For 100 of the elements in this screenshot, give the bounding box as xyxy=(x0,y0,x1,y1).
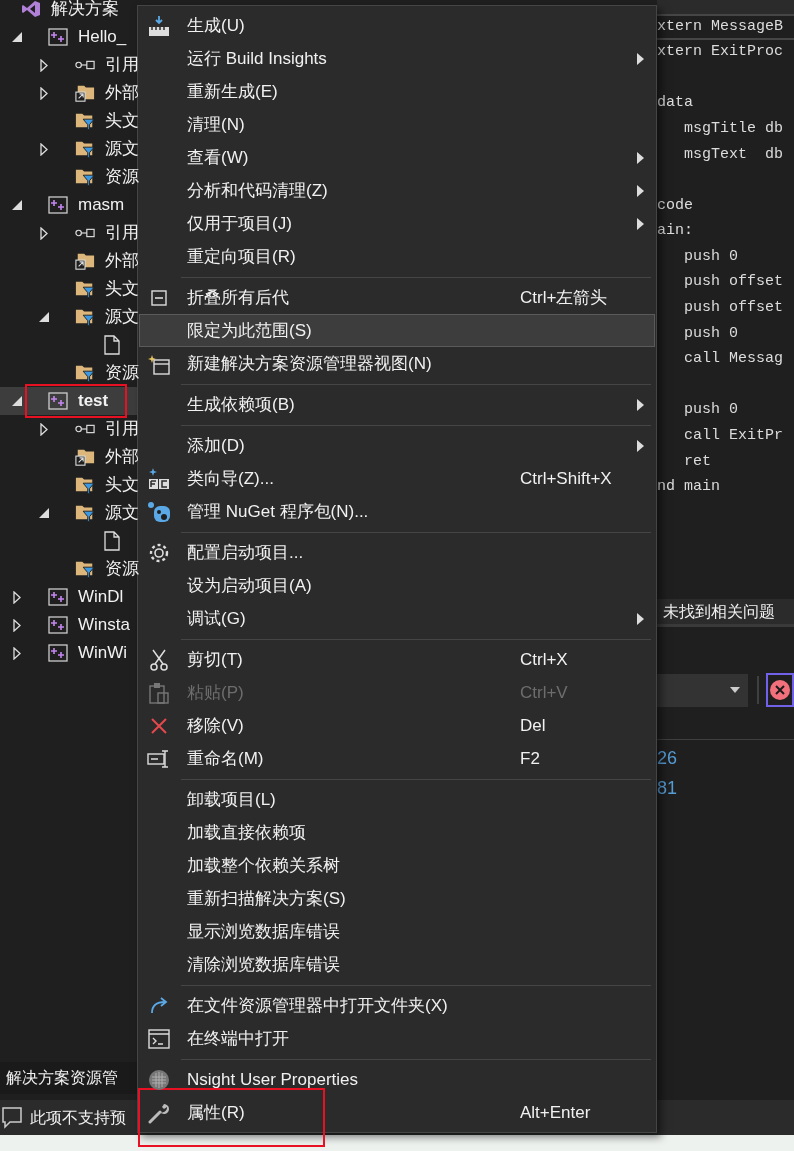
filter-folder-icon xyxy=(75,503,95,523)
tree-item[interactable]: masm xyxy=(78,192,125,218)
filter-folder-icon xyxy=(75,167,95,187)
shortcut-folder-icon xyxy=(75,447,95,467)
tree-item[interactable]: 资源 xyxy=(105,164,139,190)
menu-item[interactable]: 折叠所有后代 Ctrl+左箭头 xyxy=(139,281,655,314)
panel-tab[interactable]: 解决方案资源管 xyxy=(0,1066,118,1090)
code-line: msgText db xyxy=(683,144,784,165)
menu-item[interactable]: 管理 NuGet 程序包(N)... xyxy=(139,495,655,528)
code-line: push 0 xyxy=(683,246,738,267)
menu-item[interactable]: 在文件资源管理器中打开文件夹(X) xyxy=(139,989,655,1022)
project-icon xyxy=(48,644,68,662)
globe-icon xyxy=(148,1068,170,1091)
tree-item[interactable]: 源文 xyxy=(105,136,139,162)
tree-item[interactable]: 资源 xyxy=(105,556,139,582)
caret-icon xyxy=(730,687,740,694)
menu-item[interactable]: 限定为此范围(S) xyxy=(139,314,655,347)
filter-folder-icon xyxy=(75,307,95,327)
filter-folder-icon xyxy=(75,111,95,131)
code-line: push 0 xyxy=(683,400,738,421)
menu-item[interactable]: 清除浏览数据库错误 xyxy=(139,948,655,981)
menu-item[interactable]: 移除(V) Del xyxy=(139,709,655,742)
code-line: xtern ExitProc xyxy=(657,42,784,63)
menu-item[interactable]: 调试(G) xyxy=(139,602,655,635)
menu-item[interactable]: 重命名(M) F2 xyxy=(139,742,655,775)
menu-item[interactable]: 属性(R) Alt+Enter xyxy=(139,1096,655,1129)
wrench-icon xyxy=(148,1101,170,1124)
menu-item[interactable]: 添加(D) xyxy=(139,429,655,462)
menu-item[interactable]: 设为启动项目(A) xyxy=(139,569,655,602)
build-icon xyxy=(148,14,170,37)
project-icon xyxy=(48,28,68,46)
errors-filter-button[interactable] xyxy=(766,673,794,708)
code-line: msgTitle db xyxy=(683,118,784,139)
status-text: 此项不支持预 xyxy=(30,1107,126,1128)
error-icon xyxy=(770,680,790,701)
tree-item[interactable]: 头文 xyxy=(105,108,139,134)
project-icon xyxy=(48,588,68,606)
menu-item[interactable]: 生成依赖项(B) xyxy=(139,388,655,421)
tree-item[interactable]: 外部 xyxy=(105,80,139,106)
menu-item[interactable]: 在终端中打开 xyxy=(139,1022,655,1055)
code-line: push offset xyxy=(683,272,784,293)
tree-item[interactable]: 资源 xyxy=(105,360,139,386)
code-line: data xyxy=(657,93,693,114)
tree-item[interactable]: 头文 xyxy=(105,276,139,302)
menu-item[interactable]: 加载整个依赖关系树 xyxy=(139,849,655,882)
references-icon xyxy=(75,227,95,239)
menu-item[interactable]: 仅用于项目(J) xyxy=(139,207,655,240)
tree-item[interactable]: 外部 xyxy=(105,248,139,274)
tree-item[interactable]: WinDl xyxy=(78,584,124,610)
menu-item[interactable]: 加载直接依赖项 xyxy=(139,816,655,849)
code-line: push 0 xyxy=(683,323,738,344)
tree-item[interactable]: 引用 xyxy=(105,220,139,246)
references-icon xyxy=(75,423,95,435)
menu-item[interactable]: 查看(W) xyxy=(139,141,655,174)
output-line: 81 xyxy=(657,776,678,800)
tree-item[interactable]: 引用 xyxy=(105,52,139,78)
tree-item[interactable]: 头文 xyxy=(105,472,139,498)
tree-item[interactable]: WinWi xyxy=(78,640,128,666)
code-line: call ExitPr xyxy=(683,426,784,447)
menu-item[interactable]: 分析和代码清理(Z) xyxy=(139,174,655,207)
shortcut-folder-icon xyxy=(75,251,95,271)
menu-item[interactable]: 剪切(T) Ctrl+X xyxy=(139,643,655,676)
filter-folder-icon xyxy=(75,139,95,159)
shortcut-folder-icon xyxy=(75,83,95,103)
clipboard-icon xyxy=(149,681,169,704)
code-line: xtern MessageB xyxy=(657,16,784,37)
output-line: 26 xyxy=(657,746,678,770)
tree-item[interactable]: Hello_ xyxy=(78,24,127,50)
project-icon xyxy=(48,196,68,214)
menu-item[interactable]: 重定向项目(R) xyxy=(139,240,655,273)
tree-item[interactable]: 源文 xyxy=(105,500,139,526)
comment-icon xyxy=(2,1106,22,1129)
menu-item[interactable]: 类向导(Z)... Ctrl+Shift+X xyxy=(139,462,655,495)
tree-item[interactable]: 解决方案 xyxy=(51,0,119,22)
tree-item[interactable]: test xyxy=(78,388,109,414)
code-line: nd main xyxy=(657,477,720,498)
menu-item[interactable]: 显示浏览数据库错误 xyxy=(139,915,655,948)
project-icon xyxy=(48,392,68,410)
curved-arrow-icon xyxy=(149,996,169,1015)
filter-folder-icon xyxy=(75,559,95,579)
filter-folder-icon xyxy=(75,475,95,495)
menu-item[interactable]: 运行 Build Insights xyxy=(139,42,655,75)
menu-item[interactable]: Nsight User Properties xyxy=(139,1063,655,1096)
terminal-icon xyxy=(148,1028,170,1049)
tree-item[interactable]: Winsta xyxy=(78,612,130,638)
menu-item[interactable]: 配置启动项目... xyxy=(139,536,655,569)
code-line: ain: xyxy=(657,221,693,242)
menu-item[interactable]: 清理(N) xyxy=(139,108,655,141)
menu-item[interactable]: 生成(U) xyxy=(139,9,655,42)
collapse-icon xyxy=(151,289,167,306)
menu-item[interactable]: 重新生成(E) xyxy=(139,75,655,108)
scissors-icon xyxy=(150,648,168,671)
tree-item[interactable]: 外部 xyxy=(105,444,139,470)
menu-item[interactable]: 重新扫描解决方案(S) xyxy=(139,882,655,915)
tree-item[interactable]: 引用 xyxy=(105,416,139,442)
sparkle-icon xyxy=(148,466,170,491)
issues-status: 未找到相关问题 xyxy=(662,601,775,622)
menu-item[interactable]: 新建解决方案资源管理器视图(N) xyxy=(139,347,655,380)
tree-item[interactable]: 源文 xyxy=(105,304,139,330)
menu-item[interactable]: 卸载项目(L) xyxy=(139,783,655,816)
